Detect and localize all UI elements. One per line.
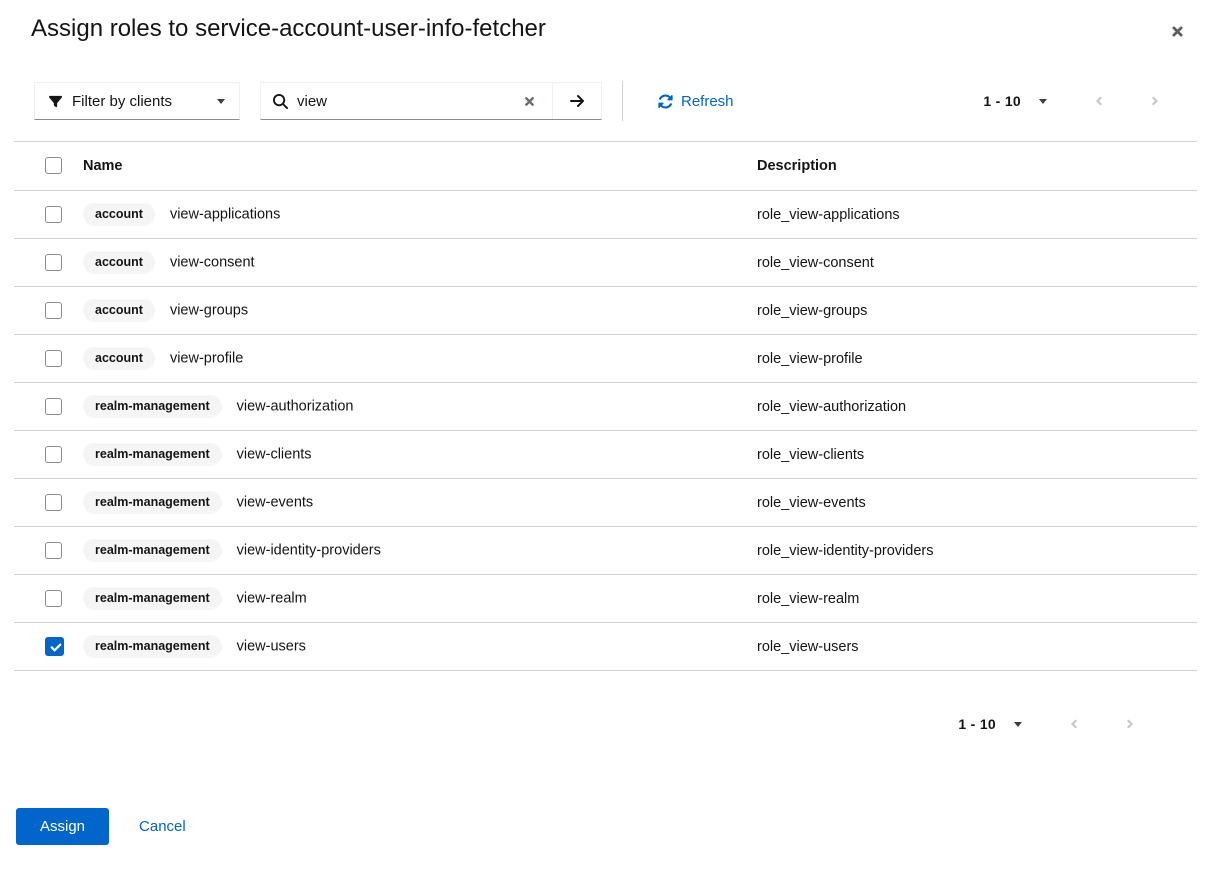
search-submit-button[interactable] [552, 83, 601, 119]
table-row: account view-groups role_view-groups [14, 287, 1197, 335]
role-description: role_view-users [757, 623, 1197, 671]
row-checkbox[interactable] [45, 446, 62, 463]
role-description: role_view-applications [757, 191, 1197, 239]
table-row: account view-profile role_view-profile [14, 335, 1197, 383]
role-description: role_view-events [757, 479, 1197, 527]
refresh-icon [658, 94, 673, 109]
row-checkbox[interactable] [45, 590, 62, 607]
role-name: view-users [237, 639, 306, 655]
filter-funnel-icon [49, 95, 62, 108]
table-row: realm-management view-users role_view-use… [14, 623, 1197, 671]
search-icon [273, 94, 288, 109]
toolbar: Filter by clients Refresh 1 - 10 [34, 81, 1211, 121]
pagination-menu-toggle[interactable] [1006, 716, 1030, 733]
check-icon [50, 642, 62, 653]
client-badge: account [83, 203, 155, 226]
filter-by-clients-dropdown[interactable]: Filter by clients [34, 82, 240, 120]
row-checkbox[interactable] [45, 206, 62, 223]
pagination-top: 1 - 10 [983, 88, 1167, 114]
client-badge: account [83, 347, 155, 370]
role-name: view-applications [170, 207, 280, 223]
role-name: view-profile [170, 351, 243, 367]
role-name: view-identity-providers [237, 543, 381, 559]
client-badge: realm-management [83, 635, 222, 658]
client-badge: realm-management [83, 443, 222, 466]
pagination-menu-toggle[interactable] [1031, 93, 1055, 110]
chevron-down-icon [1039, 99, 1047, 104]
row-checkbox[interactable] [45, 494, 62, 511]
column-header-description: Description [757, 142, 1197, 191]
select-all-checkbox[interactable] [45, 157, 62, 174]
filter-dropdown-label: Filter by clients [72, 93, 172, 110]
modal-actions: Assign Cancel [16, 808, 186, 845]
role-name: view-clients [237, 447, 312, 463]
row-checkbox[interactable] [45, 350, 62, 367]
cancel-button[interactable]: Cancel [139, 808, 186, 845]
role-description: role_view-clients [757, 431, 1197, 479]
role-name: view-authorization [237, 399, 354, 415]
close-icon[interactable] [1166, 20, 1189, 43]
column-header-name: Name [83, 142, 757, 191]
prev-page-button[interactable] [1087, 88, 1111, 114]
role-name: view-groups [170, 303, 248, 319]
table-row: account view-applications role_view-appli… [14, 191, 1197, 239]
role-name: view-consent [170, 255, 255, 271]
client-badge: account [83, 251, 155, 274]
arrow-right-icon [569, 93, 585, 109]
role-name: view-realm [237, 591, 307, 607]
pagination-bottom: 1 - 10 [0, 711, 1211, 737]
angle-right-icon [1124, 717, 1136, 731]
roles-table: Name Description account view-application… [14, 141, 1197, 671]
role-description: role_view-profile [757, 335, 1197, 383]
client-badge: realm-management [83, 587, 222, 610]
assign-button[interactable]: Assign [16, 808, 109, 845]
client-badge: realm-management [83, 491, 222, 514]
angle-left-icon [1068, 717, 1080, 731]
next-page-button[interactable] [1143, 88, 1167, 114]
table-row: account view-consent role_view-consent [14, 239, 1197, 287]
page-title: Assign roles to service-account-user-inf… [31, 14, 1187, 44]
role-description: role_view-realm [757, 575, 1197, 623]
role-description: role_view-groups [757, 287, 1197, 335]
row-checkbox[interactable] [45, 398, 62, 415]
search-group [260, 82, 602, 120]
row-checkbox[interactable] [45, 302, 62, 319]
client-badge: realm-management [83, 395, 222, 418]
role-name: view-events [237, 495, 314, 511]
refresh-label: Refresh [681, 93, 734, 110]
prev-page-button[interactable] [1062, 711, 1086, 737]
role-description: role_view-identity-providers [757, 527, 1197, 575]
role-description: role_view-authorization [757, 383, 1197, 431]
table-row: realm-management view-events role_view-ev… [14, 479, 1197, 527]
clear-search-icon[interactable] [515, 91, 544, 112]
role-description: role_view-consent [757, 239, 1197, 287]
chevron-down-icon [217, 99, 225, 104]
row-checkbox[interactable] [45, 254, 62, 271]
next-page-button[interactable] [1118, 711, 1142, 737]
search-field [261, 83, 552, 119]
row-checkbox[interactable] [45, 542, 62, 559]
angle-right-icon [1149, 94, 1161, 108]
chevron-down-icon [1014, 722, 1022, 727]
angle-left-icon [1093, 94, 1105, 108]
table-row: realm-management view-clients role_view-c… [14, 431, 1197, 479]
toolbar-divider [622, 81, 623, 121]
search-input[interactable] [297, 93, 506, 110]
modal-header: Assign roles to service-account-user-inf… [0, 0, 1211, 44]
refresh-button[interactable]: Refresh [644, 93, 734, 110]
table-row: realm-management view-realm role_view-rea… [14, 575, 1197, 623]
pagination-range: 1 - 10 [958, 716, 996, 732]
client-badge: realm-management [83, 539, 222, 562]
table-row: realm-managementview-identity-providers … [14, 527, 1197, 575]
table-row: realm-management view-authorization role_… [14, 383, 1197, 431]
table-header-row: Name Description [14, 142, 1197, 191]
row-checkbox[interactable] [45, 637, 64, 656]
client-badge: account [83, 299, 155, 322]
pagination-range: 1 - 10 [983, 93, 1021, 109]
